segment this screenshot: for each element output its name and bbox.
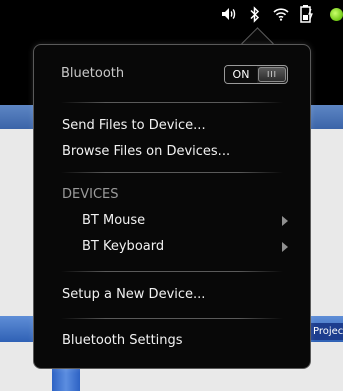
bluetooth-settings-item[interactable]: Bluetooth Settings	[62, 333, 183, 348]
top-panel	[0, 0, 343, 34]
submenu-arrow-icon	[282, 216, 288, 226]
bluetooth-menu: Bluetooth ON III Send Files to Device...…	[33, 44, 311, 369]
device-item-bt-mouse[interactable]: BT Mouse	[82, 213, 294, 228]
separator	[61, 271, 283, 272]
bluetooth-toggle[interactable]: ON III	[224, 65, 288, 84]
project-tab[interactable]: Project	[309, 323, 343, 340]
devices-header: DEVICES	[62, 187, 119, 202]
status-dot-icon	[330, 8, 343, 21]
bluetooth-title: Bluetooth	[61, 66, 125, 81]
device-label: BT Mouse	[82, 213, 146, 228]
separator	[61, 102, 283, 103]
volume-icon[interactable]	[221, 5, 237, 23]
browse-files-item[interactable]: Browse Files on Devices...	[62, 144, 230, 159]
setup-new-device-item[interactable]: Setup a New Device...	[62, 287, 205, 302]
battery-charging-icon[interactable]	[299, 5, 315, 23]
toggle-on-label: ON	[225, 66, 257, 83]
separator	[61, 172, 283, 173]
toggle-knob[interactable]: III	[258, 67, 286, 82]
bluetooth-icon[interactable]	[249, 5, 261, 23]
wifi-icon[interactable]	[273, 5, 289, 23]
device-item-bt-keyboard[interactable]: BT Keyboard	[82, 239, 294, 254]
device-label: BT Keyboard	[82, 239, 165, 254]
send-files-item[interactable]: Send Files to Device...	[62, 118, 206, 133]
separator	[61, 318, 283, 319]
submenu-arrow-icon	[282, 242, 288, 252]
